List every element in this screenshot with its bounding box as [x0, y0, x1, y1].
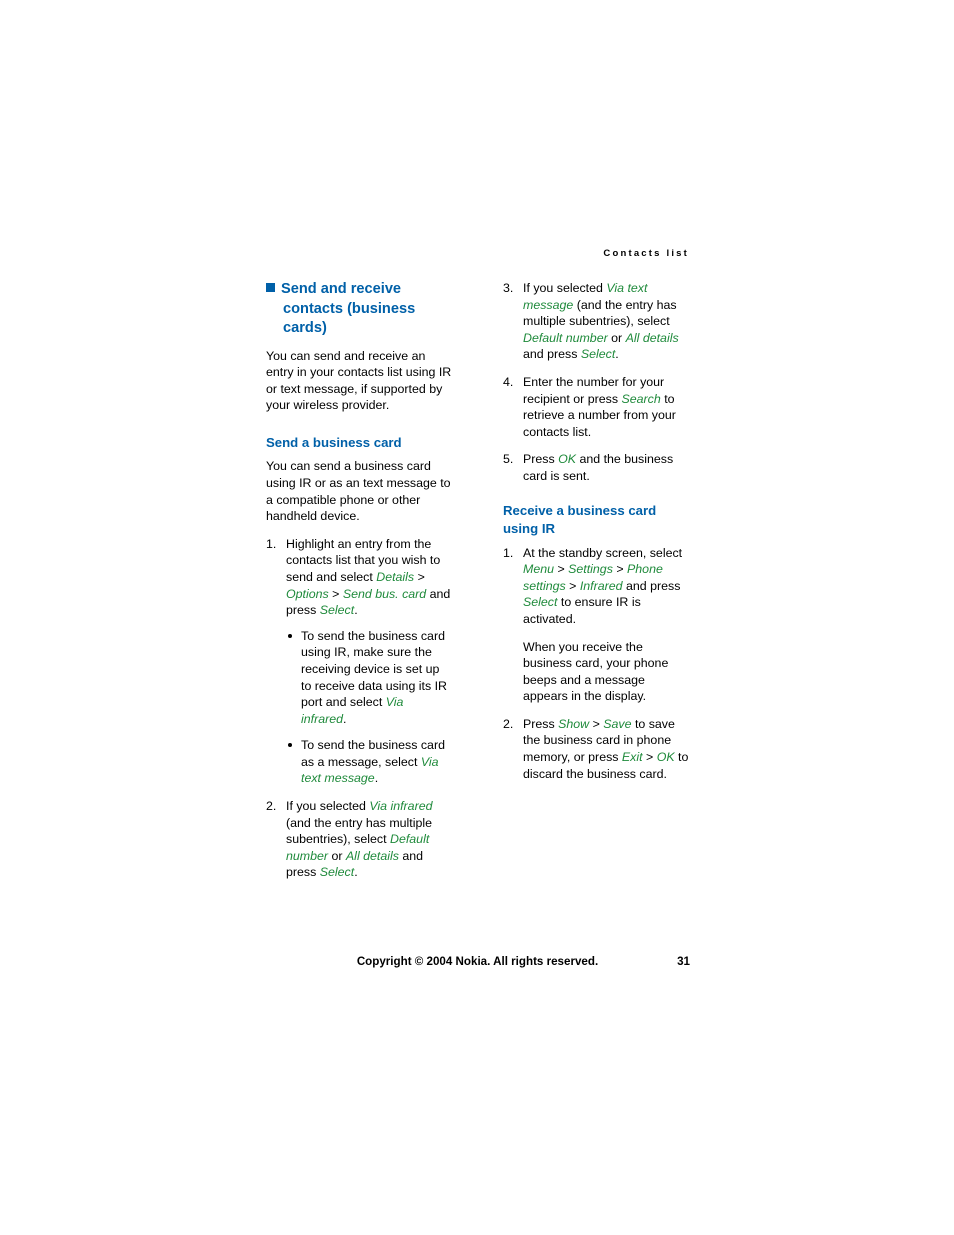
bullet-text: To send the business card using IR, make… — [301, 629, 447, 726]
right-column: 3. If you selected Via text message (and… — [503, 280, 689, 793]
section-heading-line1: Send and receive — [281, 281, 402, 297]
steps-list-right-continued: 3. If you selected Via text message (and… — [503, 280, 689, 485]
ui-label: Infrared — [579, 578, 623, 593]
step-text-part: and press — [622, 578, 681, 593]
step-text-part: or — [328, 848, 346, 863]
ui-label: Default number — [523, 330, 608, 345]
left-column: Send and receive contacts (business card… — [266, 280, 452, 892]
ui-label: Show — [558, 716, 590, 731]
step-text: Highlight an entry from the contacts lis… — [286, 537, 450, 617]
ui-label: Select — [319, 865, 355, 880]
ui-label: Settings — [568, 562, 613, 577]
subsection-intro-paragraph: You can send a business card using IR or… — [266, 459, 451, 524]
ui-label: Search — [621, 391, 661, 406]
list-item: 5. Press OK and the business card is sen… — [503, 451, 689, 484]
running-head: Contacts list — [603, 248, 689, 259]
list-item: 2. Press Show > Save to save the busines… — [503, 716, 689, 782]
step-text: Press Show > Save to save the business c… — [523, 717, 688, 781]
step-number: 1. — [266, 536, 277, 551]
ui-label: Via infrared — [369, 799, 433, 814]
step-text-part: > — [328, 586, 343, 601]
step-text-part: . — [354, 603, 358, 618]
ui-label: OK — [656, 750, 675, 765]
bullet-list: To send the business card using IR, make… — [286, 628, 452, 787]
step-text-part: and press — [523, 347, 581, 362]
square-bullet-icon — [266, 283, 275, 292]
subsection-heading-line1: Receive a business card — [503, 502, 657, 518]
step-text-part: > — [642, 750, 657, 765]
subsection-heading-line2: using IR — [503, 521, 556, 537]
document-page: Contacts list Send and receive contacts … — [0, 0, 954, 1235]
ui-label: Select — [580, 347, 616, 362]
step-text-part: > — [612, 562, 628, 577]
ui-label: Select — [523, 595, 558, 610]
list-item: To send the business card using IR, make… — [286, 628, 452, 728]
steps-list-receive: 1. At the standby screen, select Menu > … — [503, 545, 689, 783]
step-text-part: Press — [523, 716, 559, 731]
step-text-part: > — [589, 716, 604, 731]
step-number: 2. — [503, 716, 514, 731]
list-item: 1. At the standby screen, select Menu > … — [503, 545, 689, 705]
section-heading-line3: cards) — [283, 320, 327, 336]
ui-label: Menu — [523, 562, 554, 577]
step-text-part: > — [554, 562, 569, 577]
round-bullet-icon — [288, 743, 292, 748]
ui-label: Details — [376, 569, 415, 584]
step-text-part: Press — [523, 452, 559, 467]
page-footer: Copyright © 2004 Nokia. All rights reser… — [0, 955, 954, 975]
step-text-part: At the standby screen, select — [523, 545, 683, 560]
step-number: 3. — [503, 281, 514, 295]
round-bullet-icon — [288, 633, 292, 638]
ui-label: Exit — [621, 750, 643, 765]
bullet-text-part: . — [343, 711, 347, 726]
subsection-heading-receive-business-card: Receive a business card using IR — [503, 502, 689, 539]
list-item: 2. If you selected Via infrared (and the… — [266, 798, 452, 881]
steps-list-left: 1. Highlight an entry from the contacts … — [266, 536, 452, 881]
list-item: 1. Highlight an entry from the contacts … — [266, 536, 452, 787]
ui-label: Options — [286, 586, 329, 601]
step-text: Press OK and the business card is sent. — [523, 452, 673, 483]
step-text-part: . — [615, 347, 619, 362]
section-intro-paragraph: You can send and receive an entry in you… — [266, 348, 452, 413]
step-text-part: > — [565, 578, 580, 593]
step-number: 1. — [503, 545, 514, 560]
step-text-part: or — [607, 330, 626, 345]
bullet-text-part: To send the business card using IR, make… — [301, 628, 448, 710]
step-text-part: If you selected — [523, 281, 607, 295]
step-text-part: If you selected — [286, 799, 370, 814]
copyright-notice: Copyright © 2004 Nokia. All rights reser… — [356, 955, 599, 968]
ui-label: Save — [603, 716, 632, 731]
step-number: 5. — [503, 452, 514, 467]
bullet-text-part: . — [374, 771, 379, 786]
list-item: To send the business card as a message, … — [286, 737, 452, 787]
step-number: 4. — [503, 374, 514, 389]
ui-label: OK — [558, 452, 577, 467]
bullet-text: To send the business card as a message, … — [301, 738, 445, 785]
step-text: If you selected Via text message (and th… — [523, 281, 679, 361]
ui-label: All details — [345, 848, 399, 863]
step-text: If you selected Via infrared (and the en… — [286, 799, 432, 879]
step-number: 2. — [266, 799, 277, 814]
section-heading: Send and receive contacts (business card… — [266, 280, 452, 339]
step-text-part: > — [414, 569, 425, 584]
step-text-part: . — [354, 865, 358, 880]
list-item: 4. Enter the number for your recipient o… — [503, 374, 689, 440]
step-text: Enter the number for your recipient or p… — [523, 375, 676, 439]
ui-label: All details — [625, 330, 679, 345]
page-number: 31 — [677, 955, 690, 968]
step-text: At the standby screen, select Menu > Set… — [523, 546, 682, 626]
step-continuation-paragraph: When you receive the business card, your… — [523, 639, 669, 704]
list-item: 3. If you selected Via text message (and… — [503, 280, 689, 363]
ui-label: Send bus. card — [342, 586, 427, 601]
ui-label: Select — [319, 603, 355, 618]
section-heading-line2: contacts (business — [283, 300, 416, 317]
subsection-heading-send-business-card: Send a business card — [266, 434, 402, 450]
